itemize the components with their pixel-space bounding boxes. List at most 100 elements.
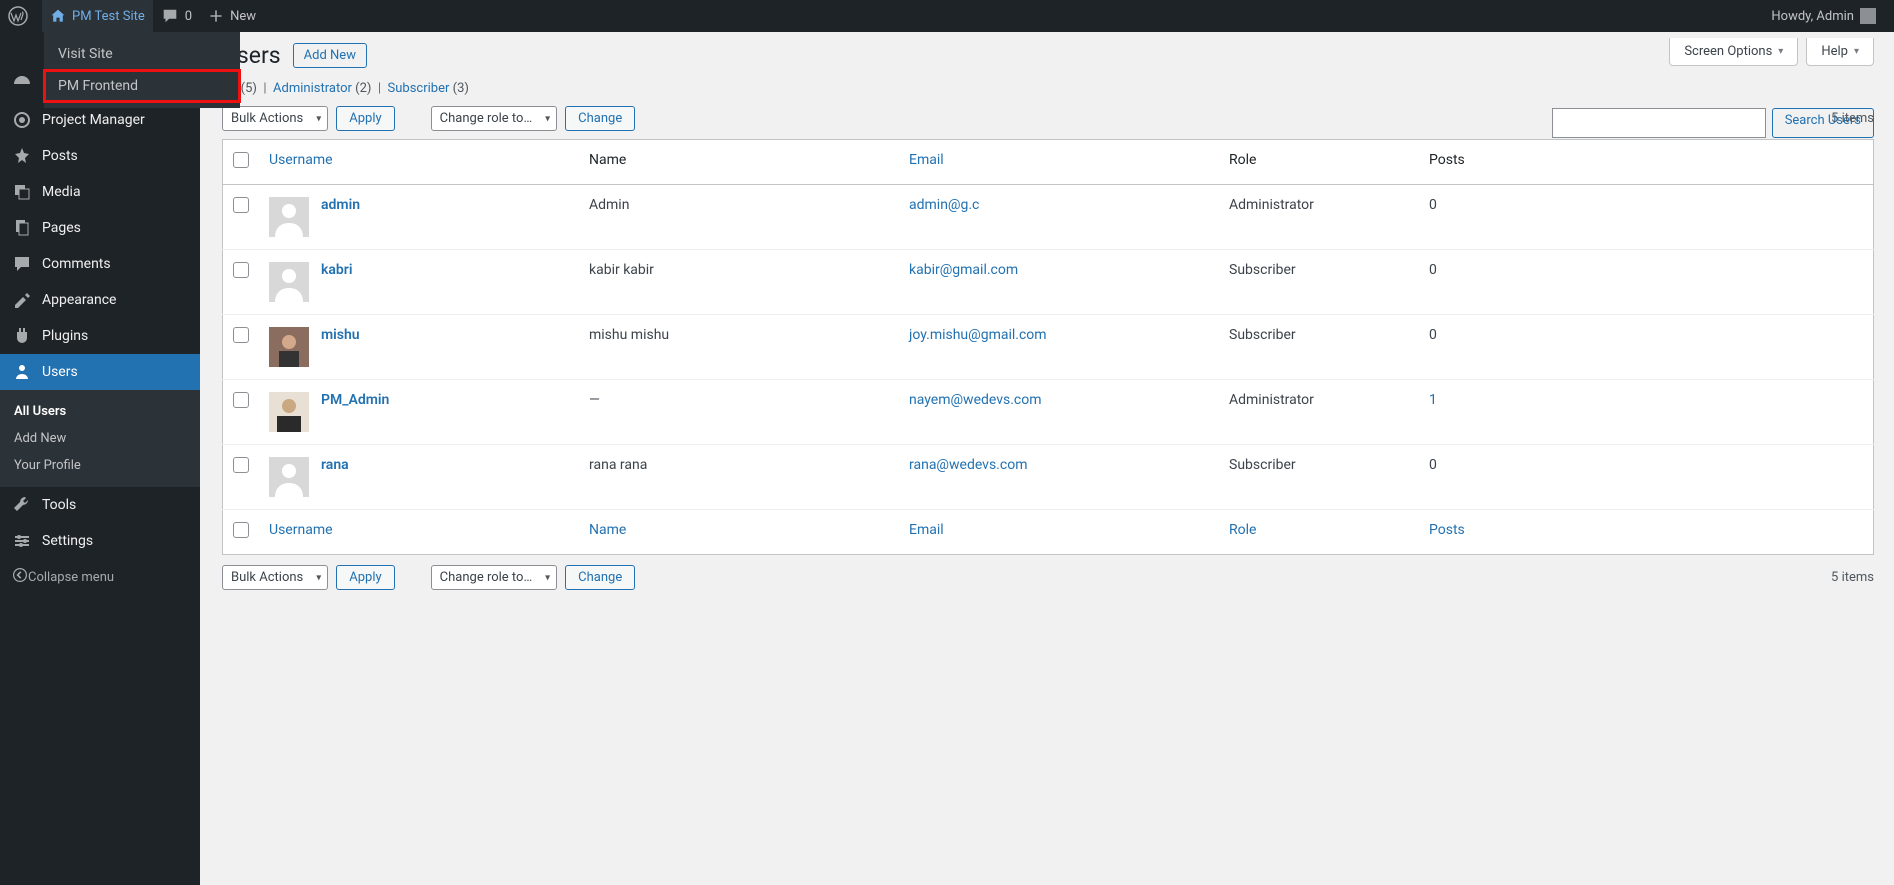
tablenav-bottom: Bulk Actions Apply Change role to… Chang… (222, 565, 1874, 590)
change-button[interactable]: Change (565, 106, 635, 131)
howdy-label: Howdy, Admin (1771, 9, 1854, 24)
wp-logo[interactable] (0, 0, 42, 32)
users-label: Users (42, 364, 78, 380)
posts-count: 0 (1429, 327, 1437, 343)
menu-pages[interactable]: Pages (0, 210, 200, 246)
comments-icon (12, 254, 32, 274)
footer-username[interactable]: Username (259, 510, 579, 555)
header-username[interactable]: Username (259, 140, 579, 185)
email-link[interactable]: rana@wedevs.com (909, 457, 1027, 473)
users-table: Username Name Email Role Posts admin Adm… (222, 139, 1874, 555)
media-label: Media (42, 184, 81, 200)
menu-plugins[interactable]: Plugins (0, 318, 200, 354)
footer-email[interactable]: Email (899, 510, 1219, 555)
comments-menu[interactable]: 0 (153, 0, 200, 32)
page-title-row: Users Add New (222, 42, 1874, 69)
header-email[interactable]: Email (899, 140, 1219, 185)
username-link[interactable]: admin (321, 197, 360, 213)
email-link[interactable]: nayem@wedevs.com (909, 392, 1042, 408)
posts-count: 0 (1429, 197, 1437, 213)
table-row: mishu mishu mishu joy.mishu@gmail.com Su… (223, 315, 1874, 380)
header-name: Name (579, 140, 899, 185)
menu-comments[interactable]: Comments (0, 246, 200, 282)
plugins-label: Plugins (42, 328, 88, 344)
username-link[interactable]: PM_Admin (321, 392, 389, 408)
wordpress-icon (8, 6, 28, 26)
row-checkbox[interactable] (233, 262, 249, 278)
posts-link[interactable]: 1 (1429, 392, 1437, 408)
email-link[interactable]: joy.mishu@gmail.com (909, 327, 1047, 343)
username-link[interactable]: kabri (321, 262, 352, 278)
menu-appearance[interactable]: Appearance (0, 282, 200, 318)
username-link[interactable]: mishu (321, 327, 360, 343)
name-cell: kabir kabir (579, 250, 899, 315)
items-count-bottom: 5 items (1831, 570, 1874, 585)
site-name-label: PM Test Site (72, 9, 145, 24)
avatar (269, 327, 309, 367)
new-content-menu[interactable]: New (200, 0, 264, 32)
table-header-row: Username Name Email Role Posts (223, 140, 1874, 185)
collapse-label: Collapse menu (28, 570, 114, 585)
role-cell: Administrator (1219, 380, 1419, 445)
avatar (269, 197, 309, 237)
bulk-actions-select-bottom[interactable]: Bulk Actions (222, 565, 328, 590)
visit-site-link[interactable]: Visit Site (44, 38, 240, 70)
apply-button[interactable]: Apply (336, 106, 394, 131)
row-checkbox[interactable] (233, 327, 249, 343)
submenu-add-new[interactable]: Add New (0, 425, 200, 452)
select-all-checkbox-bottom[interactable] (233, 522, 249, 538)
change-role-select[interactable]: Change role to… (431, 106, 558, 131)
user-filters: All (5) | Administrator (2) | Subscriber… (222, 81, 1874, 96)
email-link[interactable]: kabir@gmail.com (909, 262, 1018, 278)
howdy-menu[interactable]: Howdy, Admin (1763, 0, 1884, 32)
submenu-your-profile[interactable]: Your Profile (0, 452, 200, 479)
change-button-bottom[interactable]: Change (565, 565, 635, 590)
change-role-select-bottom[interactable]: Change role to… (431, 565, 558, 590)
users-submenu: All Users Add New Your Profile (0, 390, 200, 487)
footer-name: Name (579, 510, 899, 555)
new-label: New (230, 9, 256, 24)
wrap: Users Add New Search Users All (5) | Adm… (200, 32, 1894, 618)
collapse-menu[interactable]: Collapse menu (0, 559, 200, 595)
comments-label: Comments (42, 256, 111, 272)
table-row: kabri kabir kabir kabir@gmail.com Subscr… (223, 250, 1874, 315)
posts-label: Posts (42, 148, 78, 164)
comment-icon (161, 7, 179, 25)
filter-administrator[interactable]: Administrator (273, 81, 352, 96)
screen-options-tab[interactable]: Screen Options (1669, 38, 1798, 66)
plus-icon (208, 8, 224, 24)
header-posts: Posts (1419, 140, 1874, 185)
menu-users[interactable]: Users (0, 354, 200, 390)
row-checkbox[interactable] (233, 457, 249, 473)
apply-button-bottom[interactable]: Apply (336, 565, 394, 590)
settings-icon (12, 531, 32, 551)
admin-bar-left: PM Test Site 0 New (0, 0, 264, 32)
row-checkbox[interactable] (233, 197, 249, 213)
filter-admin-count: (2) (355, 81, 371, 96)
collapse-icon (12, 567, 28, 587)
comments-count: 0 (185, 9, 192, 24)
help-tab[interactable]: Help (1806, 38, 1874, 66)
menu-posts[interactable]: Posts (0, 138, 200, 174)
name-cell: Admin (579, 185, 899, 250)
submenu-all-users[interactable]: All Users (0, 398, 200, 425)
table-row: admin Admin admin@g.c Administrator 0 (223, 185, 1874, 250)
menu-settings[interactable]: Settings (0, 523, 200, 559)
avatar-icon (1860, 8, 1876, 24)
site-submenu: Visit Site PM Frontend (44, 32, 240, 108)
site-name-menu[interactable]: PM Test Site (42, 0, 153, 32)
menu-media[interactable]: Media (0, 174, 200, 210)
select-all-checkbox[interactable] (233, 152, 249, 168)
bulk-actions-select[interactable]: Bulk Actions (222, 106, 328, 131)
email-link[interactable]: admin@g.c (909, 197, 979, 213)
add-new-button[interactable]: Add New (293, 43, 367, 68)
menu-tools[interactable]: Tools (0, 487, 200, 523)
filter-subscriber[interactable]: Subscriber (388, 81, 450, 96)
username-link[interactable]: rana (321, 457, 349, 473)
items-count-top: 5 items (1831, 111, 1874, 126)
pm-frontend-link[interactable]: PM Frontend (44, 70, 240, 102)
users-icon (12, 362, 32, 382)
table-footer-row: Username Name Email Role Posts (223, 510, 1874, 555)
row-checkbox[interactable] (233, 392, 249, 408)
posts-count: 0 (1429, 457, 1437, 473)
